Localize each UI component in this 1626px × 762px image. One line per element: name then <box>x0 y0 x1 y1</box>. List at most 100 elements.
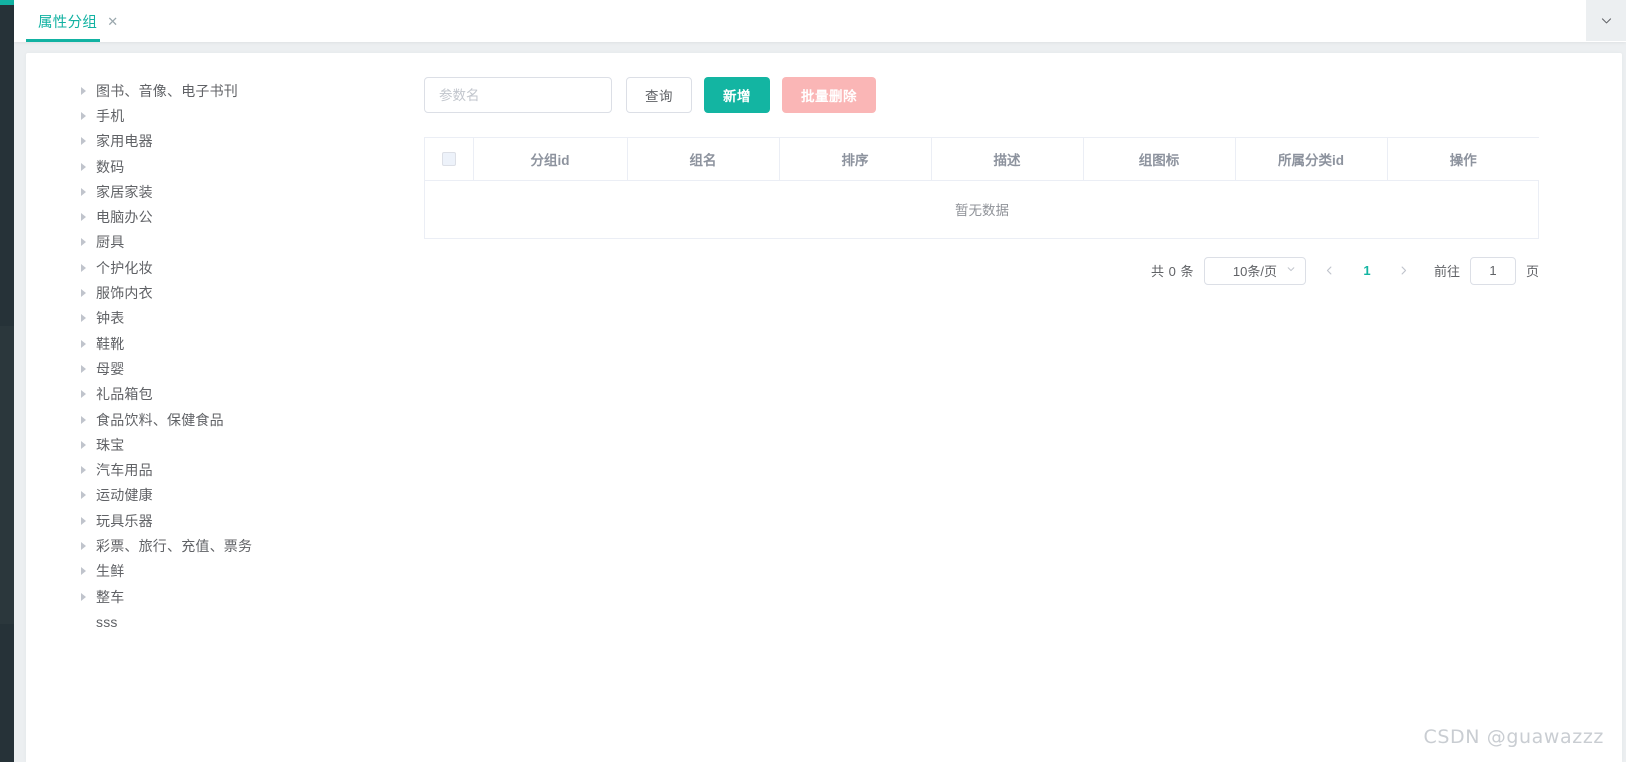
chevron-right-icon[interactable] <box>81 567 86 576</box>
chevron-right-icon[interactable] <box>81 592 86 601</box>
tree-node[interactable]: 数码 <box>52 154 412 179</box>
page-size-label: 10条/页 <box>1232 264 1277 279</box>
chevron-right-icon[interactable] <box>81 289 86 298</box>
tree-node-label: 个护化妆 <box>96 259 153 276</box>
chevron-right-icon[interactable] <box>81 491 86 500</box>
tree-node[interactable]: 服饰内衣 <box>52 280 412 305</box>
tree-node-label: 图书、音像、电子书刊 <box>96 82 238 99</box>
close-icon[interactable]: ✕ <box>107 15 118 28</box>
table-header-cell: 排序 <box>779 138 932 181</box>
chevron-right-icon[interactable] <box>81 516 86 525</box>
table-header-cell: 分组id <box>473 138 628 181</box>
chevron-right-icon[interactable] <box>81 238 86 247</box>
table-header-cell: 组名 <box>627 138 780 181</box>
table-header-row: 分组id 组名 排序 描述 组图标 所属分类id 操作 <box>425 138 1539 181</box>
chevron-right-icon[interactable] <box>81 440 86 449</box>
tree-node[interactable]: 彩票、旅行、充值、票务 <box>52 533 412 558</box>
left-nav-rail-segment <box>0 326 14 624</box>
tree-node[interactable]: 电脑办公 <box>52 204 412 229</box>
tree-node-label: 礼品箱包 <box>96 386 153 403</box>
table-header-cell: 操作 <box>1387 138 1539 181</box>
tree-node-label: 服饰内衣 <box>96 285 153 302</box>
page-size-select[interactable]: 10条/页 <box>1203 256 1306 285</box>
chevron-right-icon[interactable] <box>81 263 86 272</box>
chevron-right-icon[interactable] <box>81 86 86 95</box>
chevron-right-icon[interactable] <box>81 111 86 120</box>
tree-node[interactable]: 家用电器 <box>52 129 412 154</box>
chevron-right-icon[interactable] <box>81 137 86 146</box>
tree-node[interactable]: 厨具 <box>52 230 412 255</box>
tree-node-label: 玩具乐器 <box>96 512 153 529</box>
tree-node[interactable]: 手机 <box>52 103 412 128</box>
tree-node[interactable]: 生鲜 <box>52 559 412 584</box>
pagination-jump-input[interactable] <box>1469 256 1516 285</box>
chevron-right-icon[interactable] <box>81 213 86 222</box>
chevron-right-icon[interactable] <box>81 314 86 323</box>
tab-overflow-button[interactable] <box>1586 0 1626 41</box>
table-empty-text: 暂无数据 <box>425 180 1539 239</box>
app-root: 属性分组 ✕ 图书、音像、电子书刊 手机 家用电器 数码 家居家装 电脑办公 厨… <box>0 0 1626 762</box>
attribute-group-table: 分组id 组名 排序 描述 组图标 所属分类id 操作 暂无数据 <box>424 137 1539 239</box>
tree-node[interactable]: 珠宝 <box>52 432 412 457</box>
tree-node[interactable]: 图书、音像、电子书刊 <box>52 78 412 103</box>
tree-node[interactable]: 钟表 <box>52 306 412 331</box>
pagination-jump-label: 前往 <box>1433 264 1460 279</box>
tree-node-label: 彩票、旅行、充值、票务 <box>96 537 253 554</box>
table-header-cell: 组图标 <box>1083 138 1236 181</box>
checkbox-icon[interactable] <box>441 152 456 167</box>
batch-delete-button[interactable]: 批量删除 <box>782 77 876 113</box>
tree-node[interactable]: sss <box>52 609 412 634</box>
pagination: 共 0 条 10条/页 1 前往 1 页 <box>424 256 1539 285</box>
tree-node[interactable]: 食品饮料、保健食品 <box>52 407 412 432</box>
tree-node[interactable]: 整车 <box>52 584 412 609</box>
pagination-jump-suffix: 页 <box>1525 264 1539 279</box>
chevron-right-icon <box>1402 266 1407 275</box>
chevron-right-icon[interactable] <box>81 187 86 196</box>
chevron-right-icon[interactable] <box>81 541 86 550</box>
search-input[interactable] <box>424 77 612 113</box>
table-header-cell: 描述 <box>931 138 1084 181</box>
tree-node-label: 家居家装 <box>96 183 153 200</box>
chevron-left-icon <box>1327 266 1332 275</box>
tree-node[interactable]: 玩具乐器 <box>52 508 412 533</box>
pagination-total: 共 0 条 <box>1151 264 1194 279</box>
tree-node-label: 汽车用品 <box>96 462 153 479</box>
chevron-right-icon[interactable] <box>81 415 86 424</box>
left-nav-rail[interactable] <box>0 0 14 762</box>
tree-node[interactable]: 家居家装 <box>52 179 412 204</box>
attribute-group-panel: 查询 新增 批量删除 <box>424 77 1564 285</box>
chevron-down-icon <box>1286 264 1296 277</box>
chevron-down-icon <box>1601 18 1611 24</box>
watermark: CSDN @guawazzz <box>1423 726 1604 748</box>
tab-active-indicator <box>26 39 100 42</box>
tab-label: 属性分组 <box>38 14 98 31</box>
chevron-right-icon[interactable] <box>81 162 86 171</box>
tree-node-label: 食品饮料、保健食品 <box>96 411 224 428</box>
add-button[interactable]: 新增 <box>704 77 770 113</box>
tab-bar: 属性分组 ✕ <box>14 0 1626 42</box>
tree-node[interactable]: 运动健康 <box>52 483 412 508</box>
pagination-page-1[interactable]: 1 <box>1354 257 1380 285</box>
content-card: 图书、音像、电子书刊 手机 家用电器 数码 家居家装 电脑办公 厨具 个护化妆 … <box>26 53 1622 762</box>
table-header-select-all <box>425 138 474 181</box>
tree-node[interactable]: 个护化妆 <box>52 255 412 280</box>
tab-attribute-group[interactable]: 属性分组 ✕ <box>24 0 132 42</box>
category-tree: 图书、音像、电子书刊 手机 家用电器 数码 家居家装 电脑办公 厨具 个护化妆 … <box>52 78 412 635</box>
tree-node-label: 运动健康 <box>96 487 153 504</box>
chevron-right-icon[interactable] <box>81 364 86 373</box>
table-empty-row: 暂无数据 <box>425 180 1539 239</box>
tree-node[interactable]: 汽车用品 <box>52 457 412 482</box>
chevron-right-icon[interactable] <box>81 466 86 475</box>
tree-node-label: 电脑办公 <box>96 209 153 226</box>
tree-node[interactable]: 鞋靴 <box>52 331 412 356</box>
pagination-next-button[interactable] <box>1390 257 1418 285</box>
tree-node[interactable]: 礼品箱包 <box>52 382 412 407</box>
chevron-right-icon[interactable] <box>81 390 86 399</box>
chevron-right-icon[interactable] <box>81 339 86 348</box>
tree-node-label: sss <box>96 613 118 630</box>
tree-node-label: 家用电器 <box>96 133 153 150</box>
pagination-prev-button[interactable] <box>1316 257 1344 285</box>
tree-node[interactable]: 母婴 <box>52 356 412 381</box>
query-button[interactable]: 查询 <box>626 77 692 113</box>
table-header-cell: 所属分类id <box>1235 138 1388 181</box>
